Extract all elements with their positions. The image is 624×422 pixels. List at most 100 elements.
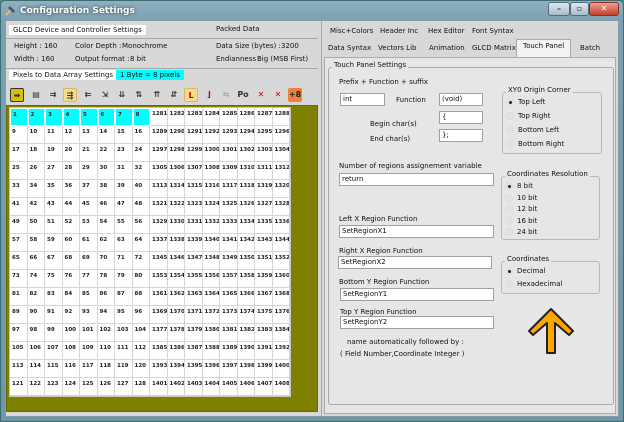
matrix-cell[interactable]: 53 [80, 216, 98, 234]
matrix-cell[interactable]: 1374 [237, 306, 255, 324]
matrix-cell[interactable]: 23 [115, 144, 133, 162]
top-y-input[interactable]: SetRegionY2 [340, 316, 494, 329]
matrix-cell[interactable]: 1338 [167, 234, 185, 252]
memory-icon[interactable]: ▤ [29, 88, 43, 102]
position-icon[interactable]: Po [236, 88, 250, 102]
matrix-cell[interactable]: 1286 [237, 108, 255, 126]
matrix-cell[interactable]: 1281 [150, 108, 168, 126]
matrix-cell[interactable]: 17 [10, 144, 28, 162]
pixel-matrix-grid[interactable]: 1 2 3 4 5 6 7 8 1281 1282 1283 1284 1285 1286 1287 1288… [9, 107, 291, 397]
radio-icon[interactable] [505, 194, 513, 202]
matrix-cell[interactable]: 1326 [237, 198, 255, 216]
matrix-cell[interactable]: 1306 [167, 162, 185, 180]
no-rotate-icon[interactable]: ✕ [271, 88, 285, 102]
matrix-cell[interactable]: 1302 [237, 144, 255, 162]
matrix-cell[interactable]: 28 [62, 162, 80, 180]
matrix-cell[interactable]: 108 [62, 342, 80, 360]
matrix-cell[interactable]: 128 [132, 378, 150, 396]
matrix-cell[interactable]: 1301 [220, 144, 238, 162]
matrix-cell[interactable]: 1304 [272, 144, 290, 162]
no-flip-icon[interactable]: ✕ [254, 88, 268, 102]
matrix-cell[interactable]: 92 [62, 306, 80, 324]
matrix-cell[interactable]: 97 [10, 324, 28, 342]
matrix-cell[interactable]: 1322 [167, 198, 185, 216]
matrix-cell[interactable]: 41 [10, 198, 28, 216]
origin-option-bottom-right[interactable]: Bottom Right [506, 140, 564, 148]
matrix-cell[interactable]: 82 [27, 288, 45, 306]
swap-horizontal-icon[interactable]: ⇉ [46, 88, 60, 102]
matrix-cell[interactable]: 61 [80, 234, 98, 252]
matrix-cell[interactable]: 1380 [202, 324, 220, 342]
matrix-cell[interactable]: 19 [45, 144, 63, 162]
matrix-cell[interactable]: 1364 [202, 288, 220, 306]
matrix-cell[interactable]: 101 [80, 324, 98, 342]
matrix-cell[interactable]: 111 [115, 342, 133, 360]
matrix-cell[interactable]: 42 [27, 198, 45, 216]
matrix-cell[interactable]: 73 [10, 270, 28, 288]
matrix-cell[interactable]: 1367 [255, 288, 273, 306]
matrix-cell[interactable]: 1354 [167, 270, 185, 288]
matrix-cell[interactable]: 1361 [150, 288, 168, 306]
matrix-cell[interactable]: 67 [45, 252, 63, 270]
radio-icon[interactable] [505, 217, 513, 225]
matrix-cell[interactable]: 1399 [255, 360, 273, 378]
matrix-cell[interactable]: 112 [132, 342, 150, 360]
minimize-button[interactable]: – [548, 2, 570, 16]
function-suffix-input[interactable]: (void) [439, 93, 483, 106]
matrix-cell[interactable]: 1312 [272, 162, 290, 180]
matrix-cell[interactable]: 1290 [167, 126, 185, 144]
matrix-cell[interactable]: 62 [97, 234, 115, 252]
matrix-cell[interactable]: 39 [115, 180, 133, 198]
tab-font-syntax[interactable]: Font Syntax [472, 27, 514, 35]
matrix-cell[interactable]: 1299 [185, 144, 203, 162]
matrix-cell[interactable]: 1384 [272, 324, 290, 342]
matrix-cell[interactable]: 1342 [237, 234, 255, 252]
matrix-cell[interactable]: 1293 [220, 126, 238, 144]
matrix-cell[interactable]: 114 [27, 360, 45, 378]
tab-glcd-matrix[interactable]: GLCD Matrix [472, 44, 516, 52]
matrix-cell[interactable]: 1288 [272, 108, 290, 126]
matrix-cell[interactable]: 48 [132, 198, 150, 216]
matrix-cell[interactable]: 1349 [220, 252, 238, 270]
matrix-cell[interactable]: 1325 [220, 198, 238, 216]
matrix-cell[interactable]: 100 [62, 324, 80, 342]
matrix-cell[interactable]: 1295 [255, 126, 273, 144]
matrix-cell[interactable]: 1365 [220, 288, 238, 306]
matrix-cell[interactable]: 1321 [150, 198, 168, 216]
matrix-cell[interactable]: 1294 [237, 126, 255, 144]
radio-icon[interactable] [505, 280, 513, 288]
matrix-cell[interactable]: 1315 [185, 180, 203, 198]
matrix-cell[interactable]: 1310 [237, 162, 255, 180]
matrix-cell[interactable]: 98 [27, 324, 45, 342]
matrix-cell[interactable]: 75 [45, 270, 63, 288]
tab-batch[interactable]: Batch [580, 44, 600, 52]
matrix-cell[interactable]: 1373 [220, 306, 238, 324]
matrix-cell[interactable]: 110 [97, 342, 115, 360]
matrix-cell[interactable]: 1344 [272, 234, 290, 252]
matrix-cell[interactable]: 1332 [202, 216, 220, 234]
matrix-cell[interactable]: 10 [27, 126, 45, 144]
tab-data-syntax[interactable]: Data Syntax [328, 44, 371, 52]
matrix-cell[interactable]: 117 [80, 360, 98, 378]
matrix-cell[interactable]: 1308 [202, 162, 220, 180]
matrix-cell[interactable]: 1328 [272, 198, 290, 216]
coordinates-option-hexadecimal[interactable]: Hexadecimal [505, 280, 562, 288]
matrix-cell[interactable]: 31 [115, 162, 133, 180]
matrix-cell[interactable]: 1383 [255, 324, 273, 342]
matrix-cell[interactable]: 102 [97, 324, 115, 342]
matrix-cell[interactable]: 1395 [185, 360, 203, 378]
matrix-cell[interactable]: 60 [62, 234, 80, 252]
matrix-cell[interactable]: 1307 [185, 162, 203, 180]
coordinates-option-decimal[interactable]: Decimal [505, 267, 546, 275]
scan-diagonal-icon[interactable]: ⇶ [63, 88, 77, 102]
scan-up-icon[interactable]: ⇈ [150, 88, 164, 102]
matrix-cell[interactable]: 1397 [220, 360, 238, 378]
matrix-cell[interactable]: 1394 [167, 360, 185, 378]
matrix-cell[interactable]: 1317 [220, 180, 238, 198]
bit-order-msb-icon[interactable]: ⌋ [202, 88, 216, 102]
matrix-cell[interactable]: 54 [97, 216, 115, 234]
plus-eight-icon[interactable]: +8 [288, 88, 302, 102]
matrix-cell[interactable]: 1333 [220, 216, 238, 234]
matrix-cell[interactable]: 88 [132, 288, 150, 306]
scan-down-right-icon[interactable]: ⇲ [98, 88, 112, 102]
